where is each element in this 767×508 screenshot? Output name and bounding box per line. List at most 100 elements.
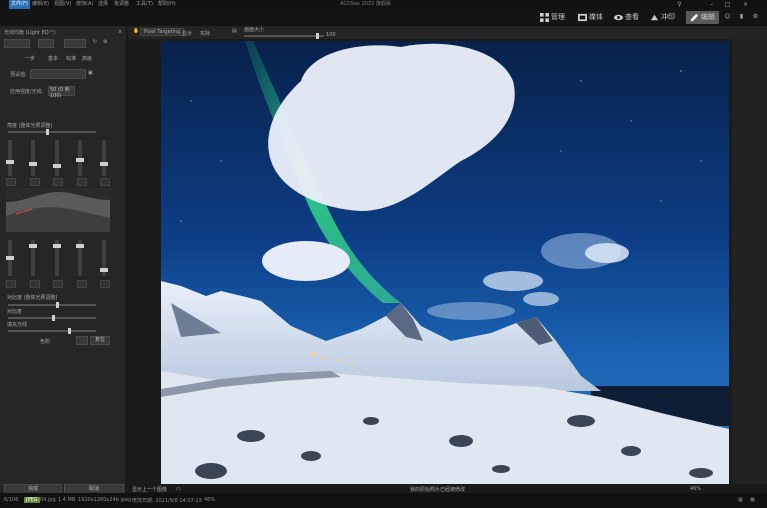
menu-help[interactable]: 帮助(H) <box>158 0 176 9</box>
contrast-slider-2[interactable] <box>29 240 37 276</box>
maximize-icon[interactable]: □ <box>724 1 731 8</box>
mode-manage-button[interactable]: 管理 <box>540 11 565 24</box>
tab-basic[interactable]: 基本 <box>48 55 58 62</box>
mode-media-button[interactable]: 媒体 <box>578 11 603 24</box>
refresh-icon[interactable]: ↻ <box>93 39 97 45</box>
status-grid-icon[interactable]: ▩ <box>750 497 755 503</box>
level-slider[interactable] <box>8 328 96 334</box>
gear-icon[interactable]: ⚙ <box>103 39 107 45</box>
contrast-slider-3[interactable] <box>53 240 61 276</box>
menu-view[interactable]: 视图(V) <box>54 0 71 9</box>
brightness-slider[interactable] <box>8 129 96 135</box>
mode-develop-button[interactable]: 冲印 <box>650 11 675 24</box>
cloud-lens <box>262 241 350 281</box>
compare-icon[interactable]: ▤ <box>232 28 237 34</box>
settings-icon[interactable]: ⚙ <box>752 13 759 20</box>
contrast-value-4[interactable] <box>77 280 87 288</box>
band-slider-5[interactable] <box>100 140 108 176</box>
tab-one-step[interactable]: 一步 <box>25 55 35 62</box>
strength-label: 应用强度/光线: <box>10 89 44 95</box>
tool-button-b[interactable] <box>38 39 54 48</box>
tool-button-a[interactable] <box>4 39 30 48</box>
menu-tools[interactable]: 工具(T) <box>136 0 153 9</box>
level-field[interactable] <box>76 336 88 345</box>
filter-label: 画面大小 <box>244 27 265 33</box>
tab-standard[interactable]: 标准 <box>66 55 76 62</box>
app-title: ACDSee 2022 旗舰版 <box>340 1 391 7</box>
minimize-icon[interactable]: – <box>708 1 715 8</box>
edit-panel <box>0 26 127 493</box>
save-preset-icon[interactable]: ▣ <box>88 70 93 76</box>
menu-modify[interactable]: 修饰(A) <box>76 0 93 9</box>
status-zoom: 46% <box>204 497 216 503</box>
strength-field[interactable]: 50 (0 到 100) <box>48 86 75 99</box>
media-icon <box>578 13 587 21</box>
tool-button-c[interactable] <box>64 39 86 48</box>
menu-batch[interactable]: 批调整 <box>114 0 129 9</box>
aurora-photo <box>161 41 729 484</box>
level-reset-button[interactable]: 复位 <box>90 336 110 345</box>
fill-light-slider[interactable] <box>8 315 96 321</box>
contrast-value-2[interactable] <box>30 280 40 288</box>
contrast-slider-5[interactable] <box>100 240 108 276</box>
smile-icon[interactable]: ☺ <box>724 13 731 20</box>
contrast-value-1[interactable] <box>6 280 16 288</box>
profile-icon[interactable]: ⚲ <box>676 1 683 8</box>
preset-label: 预设值: <box>10 72 27 78</box>
status-size: 1.4 MB <box>58 497 76 503</box>
menu-select[interactable]: 选择 <box>98 0 108 9</box>
band-value-2[interactable] <box>30 178 40 186</box>
status-view-icon[interactable]: ▦ <box>738 497 743 503</box>
grid-icon <box>540 12 549 22</box>
tab-advanced[interactable]: 高级 <box>82 55 92 62</box>
modified-notice: 我的原始照片已经被修改 <box>410 487 466 493</box>
right-scroll-strip[interactable] <box>732 39 767 484</box>
contrast-label: 对比度 <box>7 309 23 315</box>
status-modified: 修改日期: 2021/9/8 14:07:13 <box>132 498 202 504</box>
status-count: 6/106 <box>4 497 19 503</box>
close-icon[interactable]: × <box>742 1 749 8</box>
zoom-percent: 46% <box>690 486 702 492</box>
band-value-5[interactable] <box>100 178 110 186</box>
mode-view-button[interactable]: 查看 <box>614 11 639 24</box>
contrast-value-5[interactable] <box>100 280 110 288</box>
contrast-slider-4[interactable] <box>76 240 84 276</box>
filmstrip-icon[interactable]: ▭ <box>176 486 181 492</box>
contrast-value-3[interactable] <box>53 280 63 288</box>
contrast-slider-1[interactable] <box>6 240 14 276</box>
band-slider-2[interactable] <box>29 140 37 176</box>
band-value-3[interactable] <box>53 178 63 186</box>
develop-icon <box>650 14 659 20</box>
zoom-label: 显示 <box>182 31 193 37</box>
preset-dropdown[interactable] <box>30 69 86 79</box>
stats-icon[interactable]: ▮ <box>738 13 745 20</box>
band-slider-4[interactable] <box>76 140 84 176</box>
fill-light-label: 填充光线 <box>7 322 28 328</box>
panel-close-icon[interactable]: × <box>118 29 122 35</box>
mode-edit-button[interactable]: 编辑 <box>686 11 719 24</box>
panel-title: 光线均衡 (Light EQ™) <box>4 30 56 36</box>
status-filename: 04.jpg <box>40 497 56 503</box>
menu-file[interactable]: 文件(F) <box>9 0 30 9</box>
brightness-section-label: 亮度 (整体光照调整) <box>7 123 53 129</box>
edit-icon <box>690 13 699 21</box>
band-value-4[interactable] <box>77 178 87 186</box>
menu-edit[interactable]: 编辑(E) <box>32 0 49 9</box>
status-format-badge: JPEG <box>24 497 40 503</box>
menu-bar: 文件(F) 编辑(E) 视图(V) 修饰(A) 选择 批调整 工具(T) 帮助(… <box>0 0 767 9</box>
contrast-section-label: 对比度 (整体光照调整) <box>7 295 58 301</box>
size-value: 100 <box>326 32 336 38</box>
brightness-knob[interactable] <box>46 129 49 135</box>
band-slider-3[interactable] <box>53 140 61 176</box>
hand-icon[interactable]: ✋ <box>133 28 139 34</box>
band-slider-1[interactable] <box>6 140 14 176</box>
level-label: 色阶: <box>40 339 52 345</box>
zoom-value[interactable]: 实际 <box>200 30 210 37</box>
tone-curve-graph[interactable] <box>6 188 110 232</box>
prev-image-label[interactable]: 显示上一个图像 <box>132 486 167 493</box>
status-dimensions: 1920x1280x24b jpeg <box>78 497 132 503</box>
band-value-1[interactable] <box>6 178 16 186</box>
size-slider[interactable] <box>244 33 324 39</box>
contrast-slider[interactable] <box>8 302 96 308</box>
pixel-targeting-tab[interactable]: Pixel Targeting <box>140 28 185 36</box>
